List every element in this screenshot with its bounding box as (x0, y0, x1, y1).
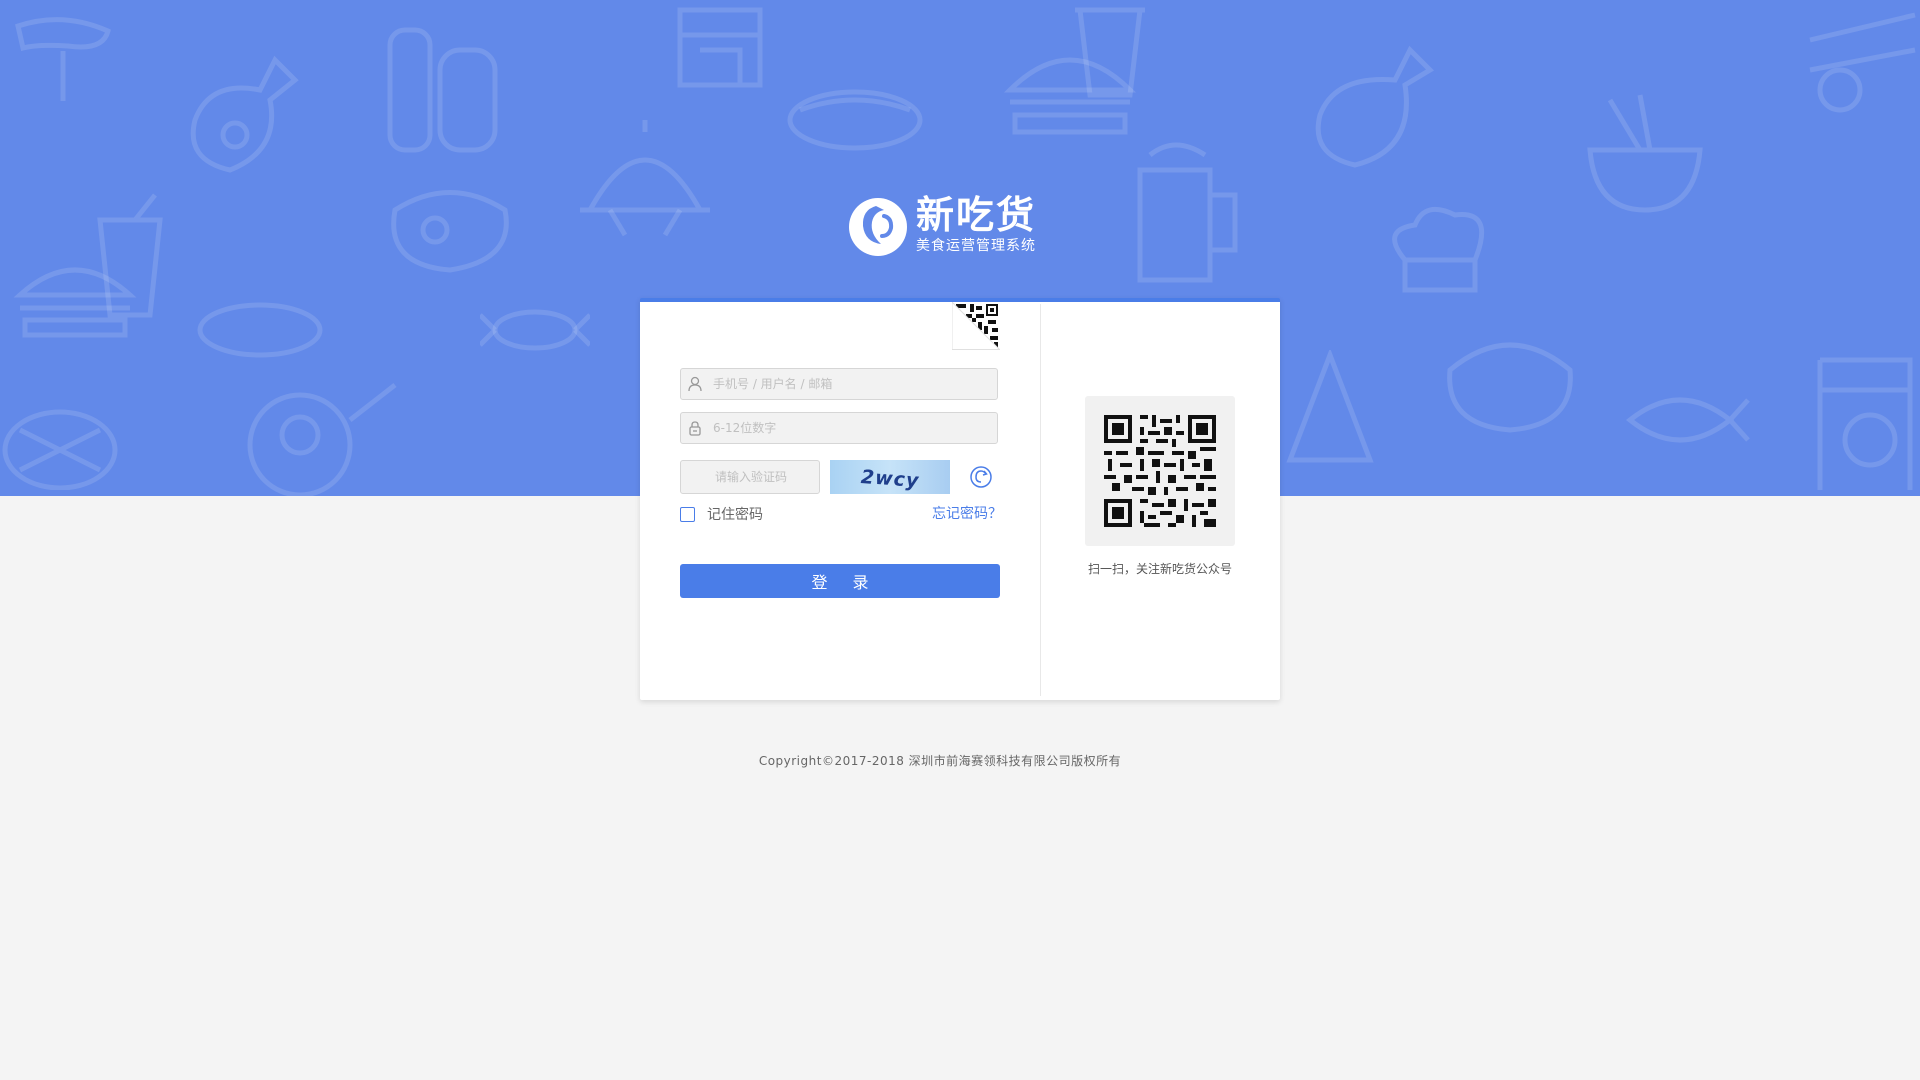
user-icon (681, 376, 709, 392)
store24-doodle-icon (1817, 357, 1913, 490)
account-input[interactable] (709, 370, 993, 398)
logo-icon (849, 198, 907, 256)
drink2-doodle-icon (97, 193, 163, 318)
qr-login-toggle[interactable] (952, 302, 1000, 350)
captcha-image[interactable]: 2wcy (830, 460, 950, 494)
qr-caption: 扫一扫，关注新吃货公众号 (1087, 562, 1232, 576)
beer-doodle-icon (1137, 142, 1238, 283)
hotdog-doodle-icon (787, 89, 923, 151)
sausage2-doodle-icon (197, 302, 323, 358)
waffle-doodle-icon (2, 409, 118, 490)
sausage-doodle-icon (15, 17, 111, 101)
login-button[interactable]: 登 录 (680, 564, 1000, 598)
qr-corner-icon (952, 302, 1000, 350)
cloche-doodle-icon (580, 120, 710, 237)
wechat-qr-code (1085, 396, 1235, 546)
brand-subtitle: 美食运营管理系统 (916, 238, 1036, 254)
steak-doodle-icon (391, 190, 509, 273)
account-field (680, 368, 998, 400)
remember-password[interactable]: 记住密码 (680, 504, 763, 524)
captcha-text: 2wcy (859, 465, 920, 493)
brand-name: 新吃货 (916, 193, 1037, 237)
refresh-icon (970, 466, 992, 488)
candy-doodle-icon (480, 309, 590, 351)
drinks-doodle-icon (387, 27, 498, 153)
bread-doodle-icon (1447, 342, 1573, 433)
ham2-doodle-icon (247, 383, 397, 496)
noodle-bowl-doodle-icon (1587, 94, 1703, 213)
panel-divider (1040, 304, 1041, 696)
forgot-password-link[interactable]: 忘记密码？ (932, 504, 1004, 524)
remember-checkbox[interactable] (680, 506, 695, 522)
brand-logo: 新吃货 美食运营管理系统 (848, 192, 1036, 258)
password-field (680, 412, 998, 444)
remember-label: 记住密码 (707, 507, 763, 523)
shop-doodle-icon (677, 7, 763, 88)
lock-icon (681, 420, 709, 436)
fish-doodle-icon (1625, 397, 1750, 443)
ham-doodle-icon (190, 55, 299, 173)
refresh-captcha-button[interactable] (968, 464, 994, 490)
login-card: 2wcy 记住密码 忘记密码？ 登 录 (640, 298, 1280, 700)
captcha-field (680, 460, 821, 494)
drumstick-doodle-icon (1315, 45, 1435, 168)
cup-doodle-icon (1075, 7, 1145, 98)
qr-code-icon (1100, 411, 1220, 531)
captcha-input[interactable] (681, 461, 821, 493)
chopsticks-doodle-icon (1809, 12, 1916, 113)
chef-hat-doodle-icon (1392, 206, 1485, 293)
pizza-doodle-icon (1286, 350, 1374, 463)
password-input[interactable] (709, 414, 993, 442)
copyright-text: Copyright©2017-2018 深圳市前海赛领科技有限公司版权所有 (758, 754, 1122, 768)
